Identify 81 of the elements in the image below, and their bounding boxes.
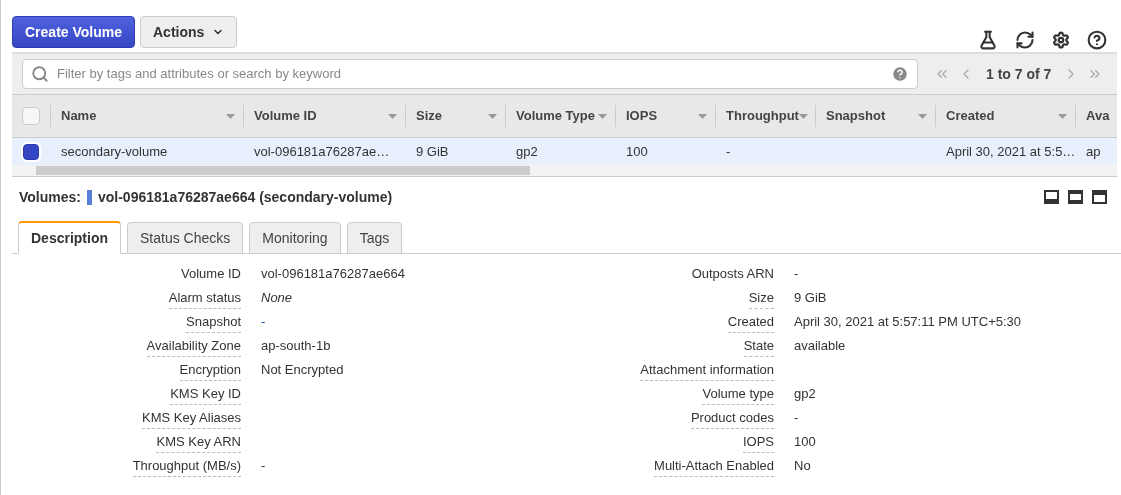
panel-layout-icon[interactable] xyxy=(1092,190,1107,204)
field-value: gp2 xyxy=(794,385,816,403)
sort-caret-icon[interactable] xyxy=(798,113,808,119)
field-label: IOPS xyxy=(742,432,774,453)
field-label: KMS Key ARN xyxy=(156,432,241,453)
field-label: State xyxy=(743,336,774,357)
sort-caret-icon[interactable] xyxy=(1058,113,1067,119)
field-label: Attachment information xyxy=(640,360,774,381)
column-header[interactable]: Ava xyxy=(1075,105,1110,127)
field-value: - xyxy=(261,457,266,475)
column-header[interactable]: Volume ID xyxy=(243,105,405,127)
field-value: Not Encrypted xyxy=(261,361,344,379)
field-label: Outposts ARN xyxy=(691,265,774,283)
table-row[interactable]: secondary-volume vol-096181a76287ae… 9 GiB gp2 100 - April 30, 2021 at 5:5… ap xyxy=(12,138,1117,165)
table-cell: gp2 xyxy=(516,143,538,159)
field-value: April 30, 2021 at 5:57:11 PM UTC+5:30 xyxy=(794,313,1022,331)
tab[interactable]: Description xyxy=(18,221,121,254)
panel-layout-icon[interactable] xyxy=(1044,190,1059,204)
field-label: Encryption xyxy=(179,360,241,381)
column-header[interactable]: Snapshot xyxy=(815,105,935,127)
column-header[interactable]: Volume Type xyxy=(505,105,615,127)
actions-button[interactable]: Actions xyxy=(140,15,238,48)
tab[interactable]: Monitoring xyxy=(249,222,341,254)
details-title: vol-096181a76287ae664 (secondary-volume) xyxy=(98,188,393,207)
selection-indicator-icon xyxy=(87,189,92,205)
field-value: 9 GiB xyxy=(794,289,827,307)
field-value: None xyxy=(261,289,293,307)
field-label: Snapshot xyxy=(186,312,241,333)
column-header[interactable]: Size xyxy=(405,105,505,127)
field-label: Multi-Attach Enabled xyxy=(654,456,774,477)
select-all-checkbox[interactable] xyxy=(22,107,40,125)
sort-caret-icon[interactable] xyxy=(918,113,927,119)
field-label: Availability Zone xyxy=(146,336,241,357)
tab[interactable]: Status Checks xyxy=(127,222,244,254)
field-label: Volume ID xyxy=(181,265,241,283)
sort-caret-icon[interactable] xyxy=(698,113,707,119)
column-header[interactable]: IOPS xyxy=(615,105,715,127)
column-header[interactable]: Created xyxy=(935,105,1075,127)
search-bar[interactable]: Filter by tags and attributes or search by keyword xyxy=(22,59,918,89)
search-field[interactable]: Filter by tags and attributes or search by keyword xyxy=(57,64,883,84)
field-label: Alarm status xyxy=(168,288,241,309)
help-icon[interactable] xyxy=(1087,29,1107,50)
flask-icon[interactable] xyxy=(978,29,998,50)
horizontal-scrollbar[interactable] xyxy=(36,166,530,175)
table-cell: - xyxy=(726,143,731,159)
field-label: KMS Key Aliases xyxy=(142,408,241,429)
field-value: available xyxy=(794,337,846,355)
sort-caret-icon[interactable] xyxy=(488,113,497,119)
field-value: No xyxy=(794,457,811,475)
row-checkbox[interactable] xyxy=(23,143,39,160)
field-label: KMS Key ID xyxy=(170,384,241,405)
table-cell: 100 xyxy=(626,143,648,159)
field-label: Created xyxy=(727,312,774,333)
field-link[interactable]: - xyxy=(261,312,266,332)
field-value: - xyxy=(794,409,799,427)
search-icon xyxy=(31,65,49,83)
field-value: - xyxy=(794,265,799,283)
pagination-text: 1 to 7 of 7 xyxy=(985,65,1053,84)
table-cell: 9 GiB xyxy=(416,143,449,159)
table-cell: ap xyxy=(1086,143,1101,159)
refresh-icon[interactable] xyxy=(1015,29,1035,50)
sort-caret-icon[interactable] xyxy=(388,113,397,119)
table-cell: vol-096181a76287ae… xyxy=(254,143,390,159)
panel-layout-icon[interactable] xyxy=(1068,190,1083,204)
table-cell: secondary-volume xyxy=(61,143,168,159)
create-volume-button[interactable]: Create Volume xyxy=(12,15,135,48)
sort-caret-icon[interactable] xyxy=(598,113,607,119)
table-cell: April 30, 2021 at 5:5… xyxy=(946,143,1076,159)
field-value: vol-096181a76287ae664 xyxy=(261,265,405,283)
column-header[interactable]: Name xyxy=(50,105,243,127)
details-label: Volumes: xyxy=(19,188,81,207)
sort-caret-icon[interactable] xyxy=(226,113,235,119)
field-value: ap-south-1b xyxy=(261,337,331,355)
field-label: Volume type xyxy=(702,384,774,405)
field-label: Throughput (MB/s) xyxy=(132,456,241,477)
field-label: Size xyxy=(748,288,774,309)
column-header[interactable]: Throughput xyxy=(715,105,815,127)
field-value: 100 xyxy=(794,433,816,451)
field-label: Product codes xyxy=(690,408,774,429)
tab[interactable]: Tags xyxy=(346,222,403,254)
settings-icon[interactable] xyxy=(1052,30,1070,49)
